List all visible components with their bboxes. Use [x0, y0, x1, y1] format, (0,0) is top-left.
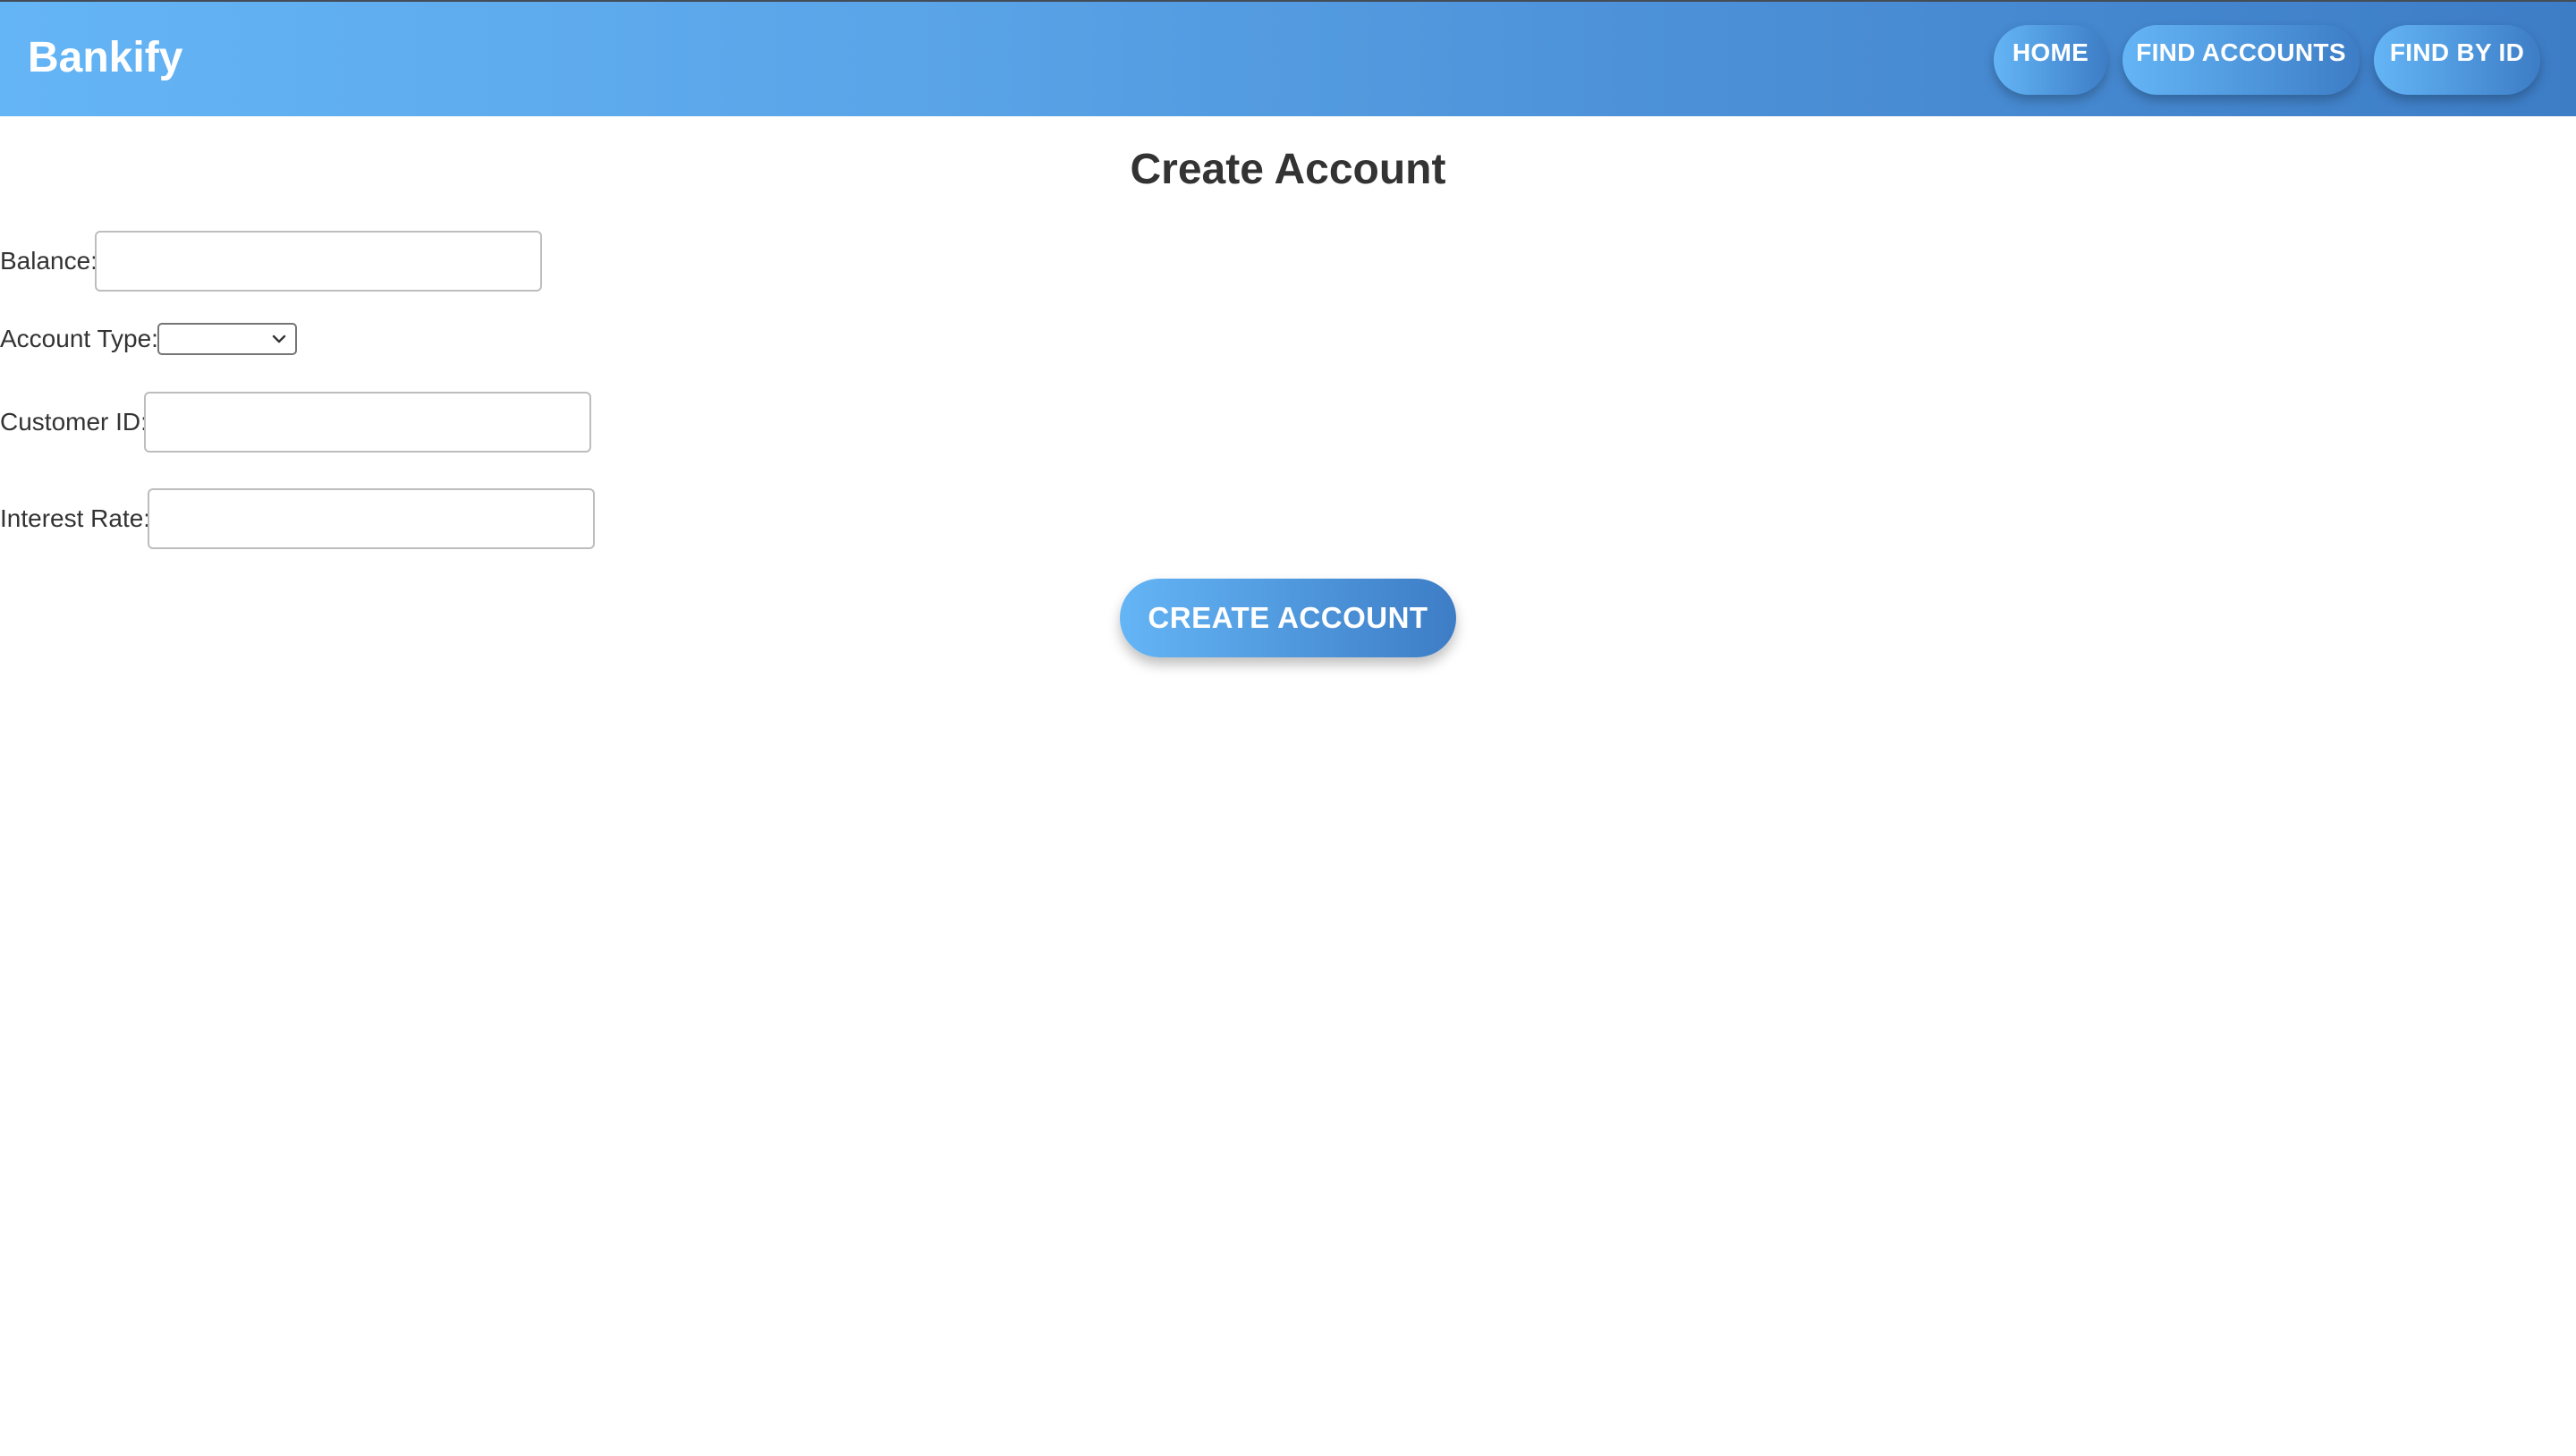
customer-id-input[interactable]	[144, 392, 591, 453]
chevron-down-icon	[272, 334, 286, 343]
brand-logo[interactable]: Bankify	[28, 33, 182, 83]
nav-home-button[interactable]: HOME	[1994, 25, 2107, 95]
account-type-select[interactable]	[157, 323, 297, 355]
create-account-button[interactable]: CREATE ACCOUNT	[1120, 579, 1456, 657]
navbar: Bankify HOME FIND ACCOUNTS FIND BY ID	[0, 0, 2576, 116]
balance-input[interactable]	[95, 231, 542, 292]
interest-rate-label: Interest Rate:	[0, 504, 151, 532]
nav-find-by-id-button[interactable]: FIND BY ID	[2374, 25, 2540, 95]
interest-rate-input[interactable]	[148, 488, 595, 549]
customer-id-label: Customer ID:	[0, 408, 148, 436]
balance-label: Balance:	[0, 247, 97, 275]
page-title: Create Account	[1130, 146, 1446, 193]
account-type-label: Account Type:	[0, 325, 158, 352]
nav-find-accounts-button[interactable]: FIND ACCOUNTS	[2123, 25, 2360, 95]
